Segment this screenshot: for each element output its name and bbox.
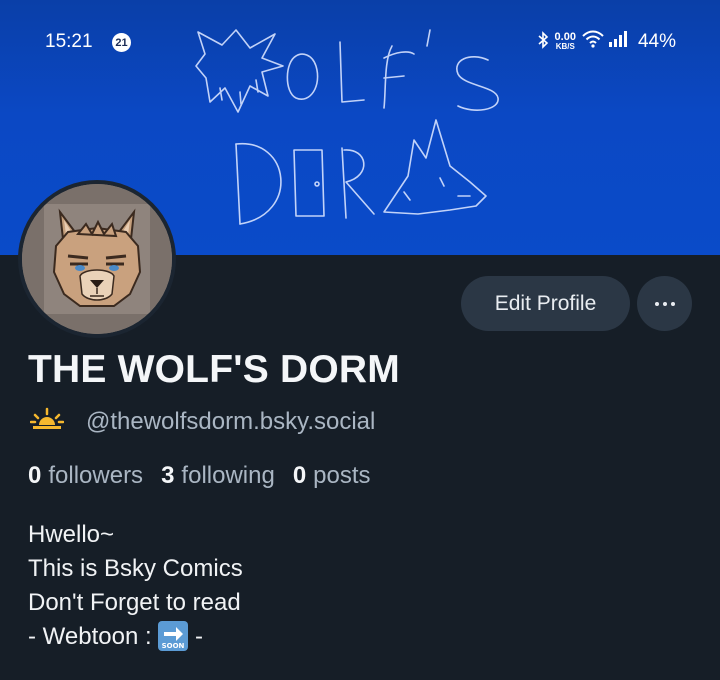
soon-icon-label: SOON [162,642,185,650]
battery-level: 44% [637,30,676,52]
bio-line: Don't Forget to read [28,589,241,616]
ellipsis-icon [654,301,659,306]
bluetooth-icon [537,30,549,53]
followers-label: followers [48,462,144,489]
status-time: 15:21 [45,31,93,52]
following-label: following [181,462,275,489]
wolf-avatar-icon [22,184,172,334]
bio-line: Hwello~ [28,521,115,548]
wifi-icon [582,30,604,53]
posts-label: posts [313,462,371,489]
bio-line: This is Bsky Comics [28,555,243,582]
notification-count-badge: 21 [112,33,131,52]
avatar-image [22,184,172,334]
sunrise-icon [29,407,65,436]
profile-avatar[interactable] [18,180,176,338]
ellipsis-icon-dot [670,301,675,306]
network-speed-value: 0.00 [554,30,576,43]
soon-arrow-icon: SOON [158,620,189,651]
posts-stat: 0 posts [293,462,371,490]
profile-handle: @thewolfsdorm.bsky.social [86,407,376,435]
signal-icon [608,30,630,53]
profile-display-name: THE WOLF'S DORM [28,348,400,391]
following-stat[interactable]: 3 following [161,462,275,490]
followers-count: 0 [28,462,42,489]
network-speed-unit: KB/S [555,41,575,51]
edit-profile-button[interactable]: Edit Profile [461,276,630,331]
ellipsis-icon-dot [662,301,667,306]
more-options-button[interactable] [637,276,692,331]
handle-row: @thewolfsdorm.bsky.social [29,407,376,436]
bio-line-webtoon: - Webtoon : SOON - [28,620,243,654]
status-indicators: 0.00 KB/S 44% [537,30,676,53]
network-speed: 0.00 KB/S [554,30,576,51]
profile-stats: 0 followers 3 following 0 posts [28,462,389,490]
bio-webtoon-prefix: - Webtoon : [28,623,159,650]
followers-stat[interactable]: 0 followers [28,462,143,490]
profile-bio: Hwello~ This is Bsky Comics Don't Forget… [28,518,243,654]
status-bar: 15:21 21 0.00 KB/S 44% [0,0,720,84]
posts-count: 0 [292,462,307,489]
following-count: 3 [161,462,175,489]
bio-webtoon-suffix: - [188,623,203,650]
